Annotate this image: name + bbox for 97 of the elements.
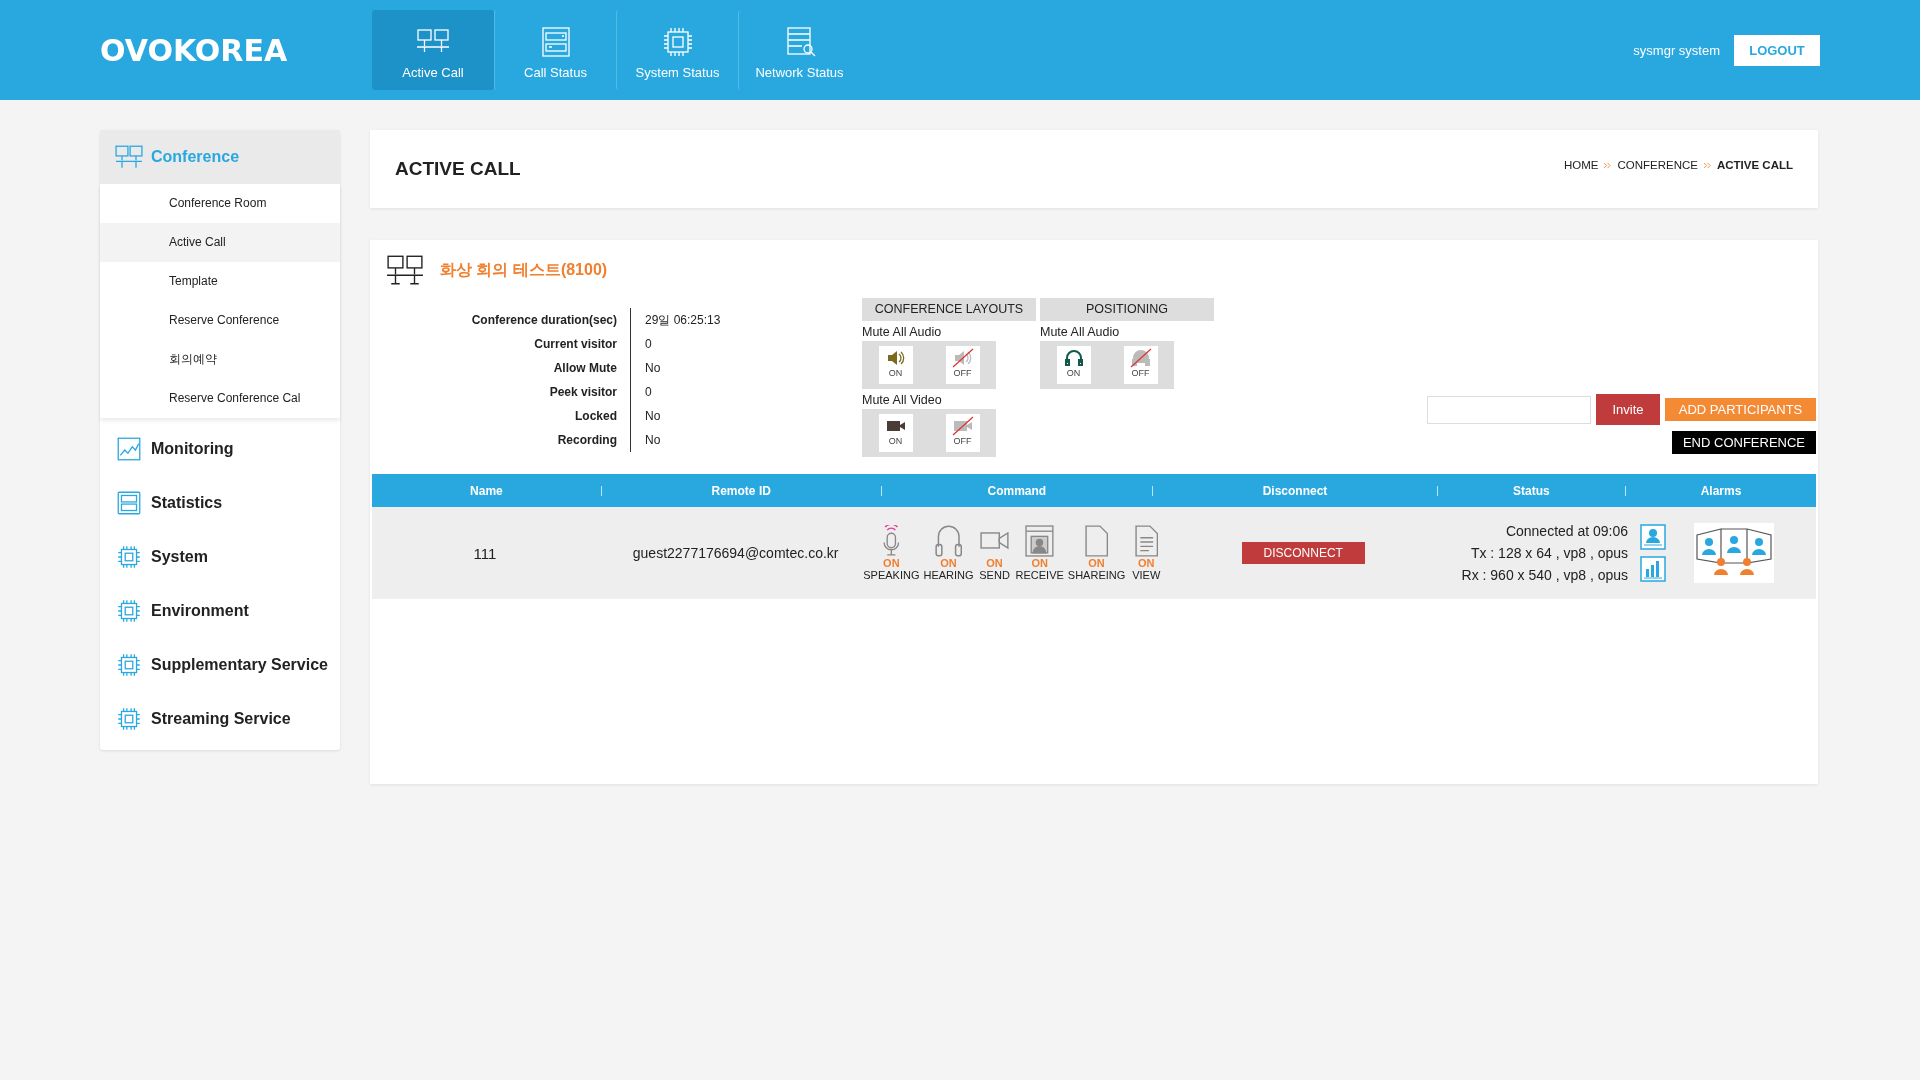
breadcrumb-link[interactable]: HOME bbox=[1563, 159, 1599, 171]
toggle-button[interactable]: ON bbox=[1056, 346, 1091, 384]
info-label: Locked bbox=[372, 404, 631, 428]
sidebar-item[interactable]: Active Call bbox=[100, 223, 340, 262]
command-label: SHAREING bbox=[1067, 568, 1126, 582]
chip-icon bbox=[115, 653, 143, 677]
toggle-button[interactable]: ON bbox=[878, 346, 913, 384]
column-header: Command bbox=[880, 485, 1153, 496]
nav-tab[interactable]: Active Call bbox=[372, 10, 494, 90]
chevron-icon bbox=[1703, 161, 1711, 169]
command-button[interactable]: ON SHAREING bbox=[1067, 524, 1126, 582]
end-conference-button[interactable]: END CONFERENCE bbox=[1672, 431, 1816, 454]
sidebar-item[interactable]: Conference Room bbox=[100, 184, 340, 223]
command-label: SPEAKING bbox=[863, 568, 920, 582]
logo: OVOKOREA bbox=[100, 32, 289, 68]
sidebar-section[interactable]: Environment bbox=[100, 584, 340, 638]
page-title: ACTIVE CALL bbox=[395, 158, 521, 180]
status-line: Tx : 128 x 64 , vp8 , opus bbox=[1470, 544, 1629, 563]
info-value: No bbox=[644, 409, 661, 423]
headset-icon bbox=[934, 524, 963, 557]
disconnect-button[interactable]: DISCONNECT bbox=[1241, 542, 1365, 564]
command-label: RECEIVE bbox=[1015, 568, 1064, 582]
status-line: Rx : 960 x 540 , vp8 , opus bbox=[1461, 566, 1629, 585]
participants-layout-icon[interactable] bbox=[1694, 523, 1775, 583]
info-value: 0 bbox=[644, 337, 652, 351]
invite-field[interactable] bbox=[1427, 395, 1591, 424]
column-header: Status bbox=[1436, 485, 1625, 496]
breadcrumb-link[interactable]: CONFERENCE bbox=[1617, 159, 1698, 171]
muted-headset-icon bbox=[1128, 348, 1153, 368]
info-label: Recording bbox=[372, 428, 631, 452]
group-label: Mute All Audio bbox=[862, 325, 943, 339]
toggle-button[interactable]: OFF bbox=[945, 346, 980, 384]
breadcrumb-link[interactable]: ACTIVE CALL bbox=[1716, 159, 1793, 171]
column-header: Disconnect bbox=[1152, 485, 1437, 496]
chip-icon bbox=[115, 599, 143, 623]
group-label: Mute All Audio bbox=[1040, 325, 1121, 339]
command-button[interactable]: ON SEND bbox=[977, 524, 1012, 582]
file-icon bbox=[1084, 524, 1109, 557]
monitors-icon bbox=[386, 254, 424, 286]
command-state: ON bbox=[940, 556, 957, 569]
command-state: ON bbox=[1138, 556, 1155, 569]
command-label: SEND bbox=[979, 568, 1010, 582]
muted-camera-icon bbox=[950, 416, 975, 436]
person-icon[interactable] bbox=[1640, 524, 1667, 550]
sidebar-item[interactable]: 회의예약 bbox=[100, 340, 340, 379]
monitors-icon bbox=[115, 145, 143, 169]
info-value: 0 bbox=[644, 385, 652, 399]
toggle-button[interactable]: ON bbox=[878, 414, 913, 452]
panel-tab[interactable]: POSITIONING bbox=[1040, 298, 1214, 321]
sidebar-section[interactable]: Streaming Service bbox=[100, 692, 340, 746]
bar-chart-icon[interactable] bbox=[1640, 556, 1667, 582]
muted-speaker-icon bbox=[950, 348, 975, 368]
info-label: Conference duration(sec) bbox=[372, 308, 631, 332]
chip-icon bbox=[115, 545, 143, 569]
chip-icon bbox=[115, 707, 143, 731]
command-label: HEARING bbox=[923, 568, 974, 582]
info-label: Allow Mute bbox=[372, 356, 631, 380]
column-header: Name bbox=[469, 483, 504, 498]
command-label: VIEW bbox=[1132, 568, 1161, 582]
group-label: Mute All Video bbox=[862, 393, 943, 407]
chevron-icon bbox=[1604, 161, 1612, 169]
document-icon bbox=[1134, 524, 1158, 557]
user-name: sysmgr system bbox=[1633, 42, 1720, 58]
sidebar-item[interactable]: Template bbox=[100, 262, 340, 301]
info-value: 29일 06:25:13 bbox=[644, 311, 721, 329]
sidebar-item[interactable]: Reserve Conference Cal bbox=[100, 379, 340, 418]
command-button[interactable]: ON VIEW bbox=[1129, 524, 1164, 582]
chart-icon bbox=[115, 437, 143, 461]
server-icon bbox=[115, 491, 143, 515]
sidebar-item[interactable]: Reserve Conference bbox=[100, 301, 340, 340]
command-button[interactable]: ON HEARING bbox=[923, 524, 974, 582]
sidebar-section[interactable]: Monitoring bbox=[100, 422, 340, 476]
table-cell-text: guest2277176694@comtec.co.kr bbox=[631, 545, 840, 561]
info-value: No bbox=[644, 433, 661, 447]
command-button[interactable]: ON RECEIVE bbox=[1015, 524, 1064, 582]
command-state: ON bbox=[986, 556, 1003, 569]
table-cell-text: 111 bbox=[472, 544, 498, 562]
invite-button[interactable]: Invite bbox=[1596, 394, 1660, 425]
toggle-button[interactable]: OFF bbox=[1123, 346, 1158, 384]
command-state: ON bbox=[883, 556, 900, 569]
info-label: Peek visitor bbox=[372, 380, 631, 404]
window-person-icon bbox=[1025, 524, 1055, 557]
sidebar-section[interactable]: Supplementary Service bbox=[100, 638, 340, 692]
microphone-icon bbox=[881, 524, 902, 557]
info-label: Current visitor bbox=[372, 332, 631, 356]
sidebar-section[interactable]: System bbox=[100, 530, 340, 584]
command-button[interactable]: ON SPEAKING bbox=[863, 524, 920, 582]
toggle-button[interactable]: OFF bbox=[945, 414, 980, 452]
status-line: Connected at 09:06 bbox=[1505, 522, 1629, 541]
command-state: ON bbox=[1031, 556, 1048, 569]
conference-title: 화상 회의 테스트(8100) bbox=[440, 259, 608, 280]
panel-tab[interactable]: CONFERENCE LAYOUTS bbox=[862, 298, 1036, 321]
command-state: ON bbox=[1088, 556, 1105, 569]
column-header: Remote ID bbox=[600, 485, 881, 496]
info-value: No bbox=[644, 361, 661, 375]
column-header: Alarms bbox=[1624, 485, 1816, 496]
sidebar-section[interactable]: Statistics bbox=[100, 476, 340, 530]
